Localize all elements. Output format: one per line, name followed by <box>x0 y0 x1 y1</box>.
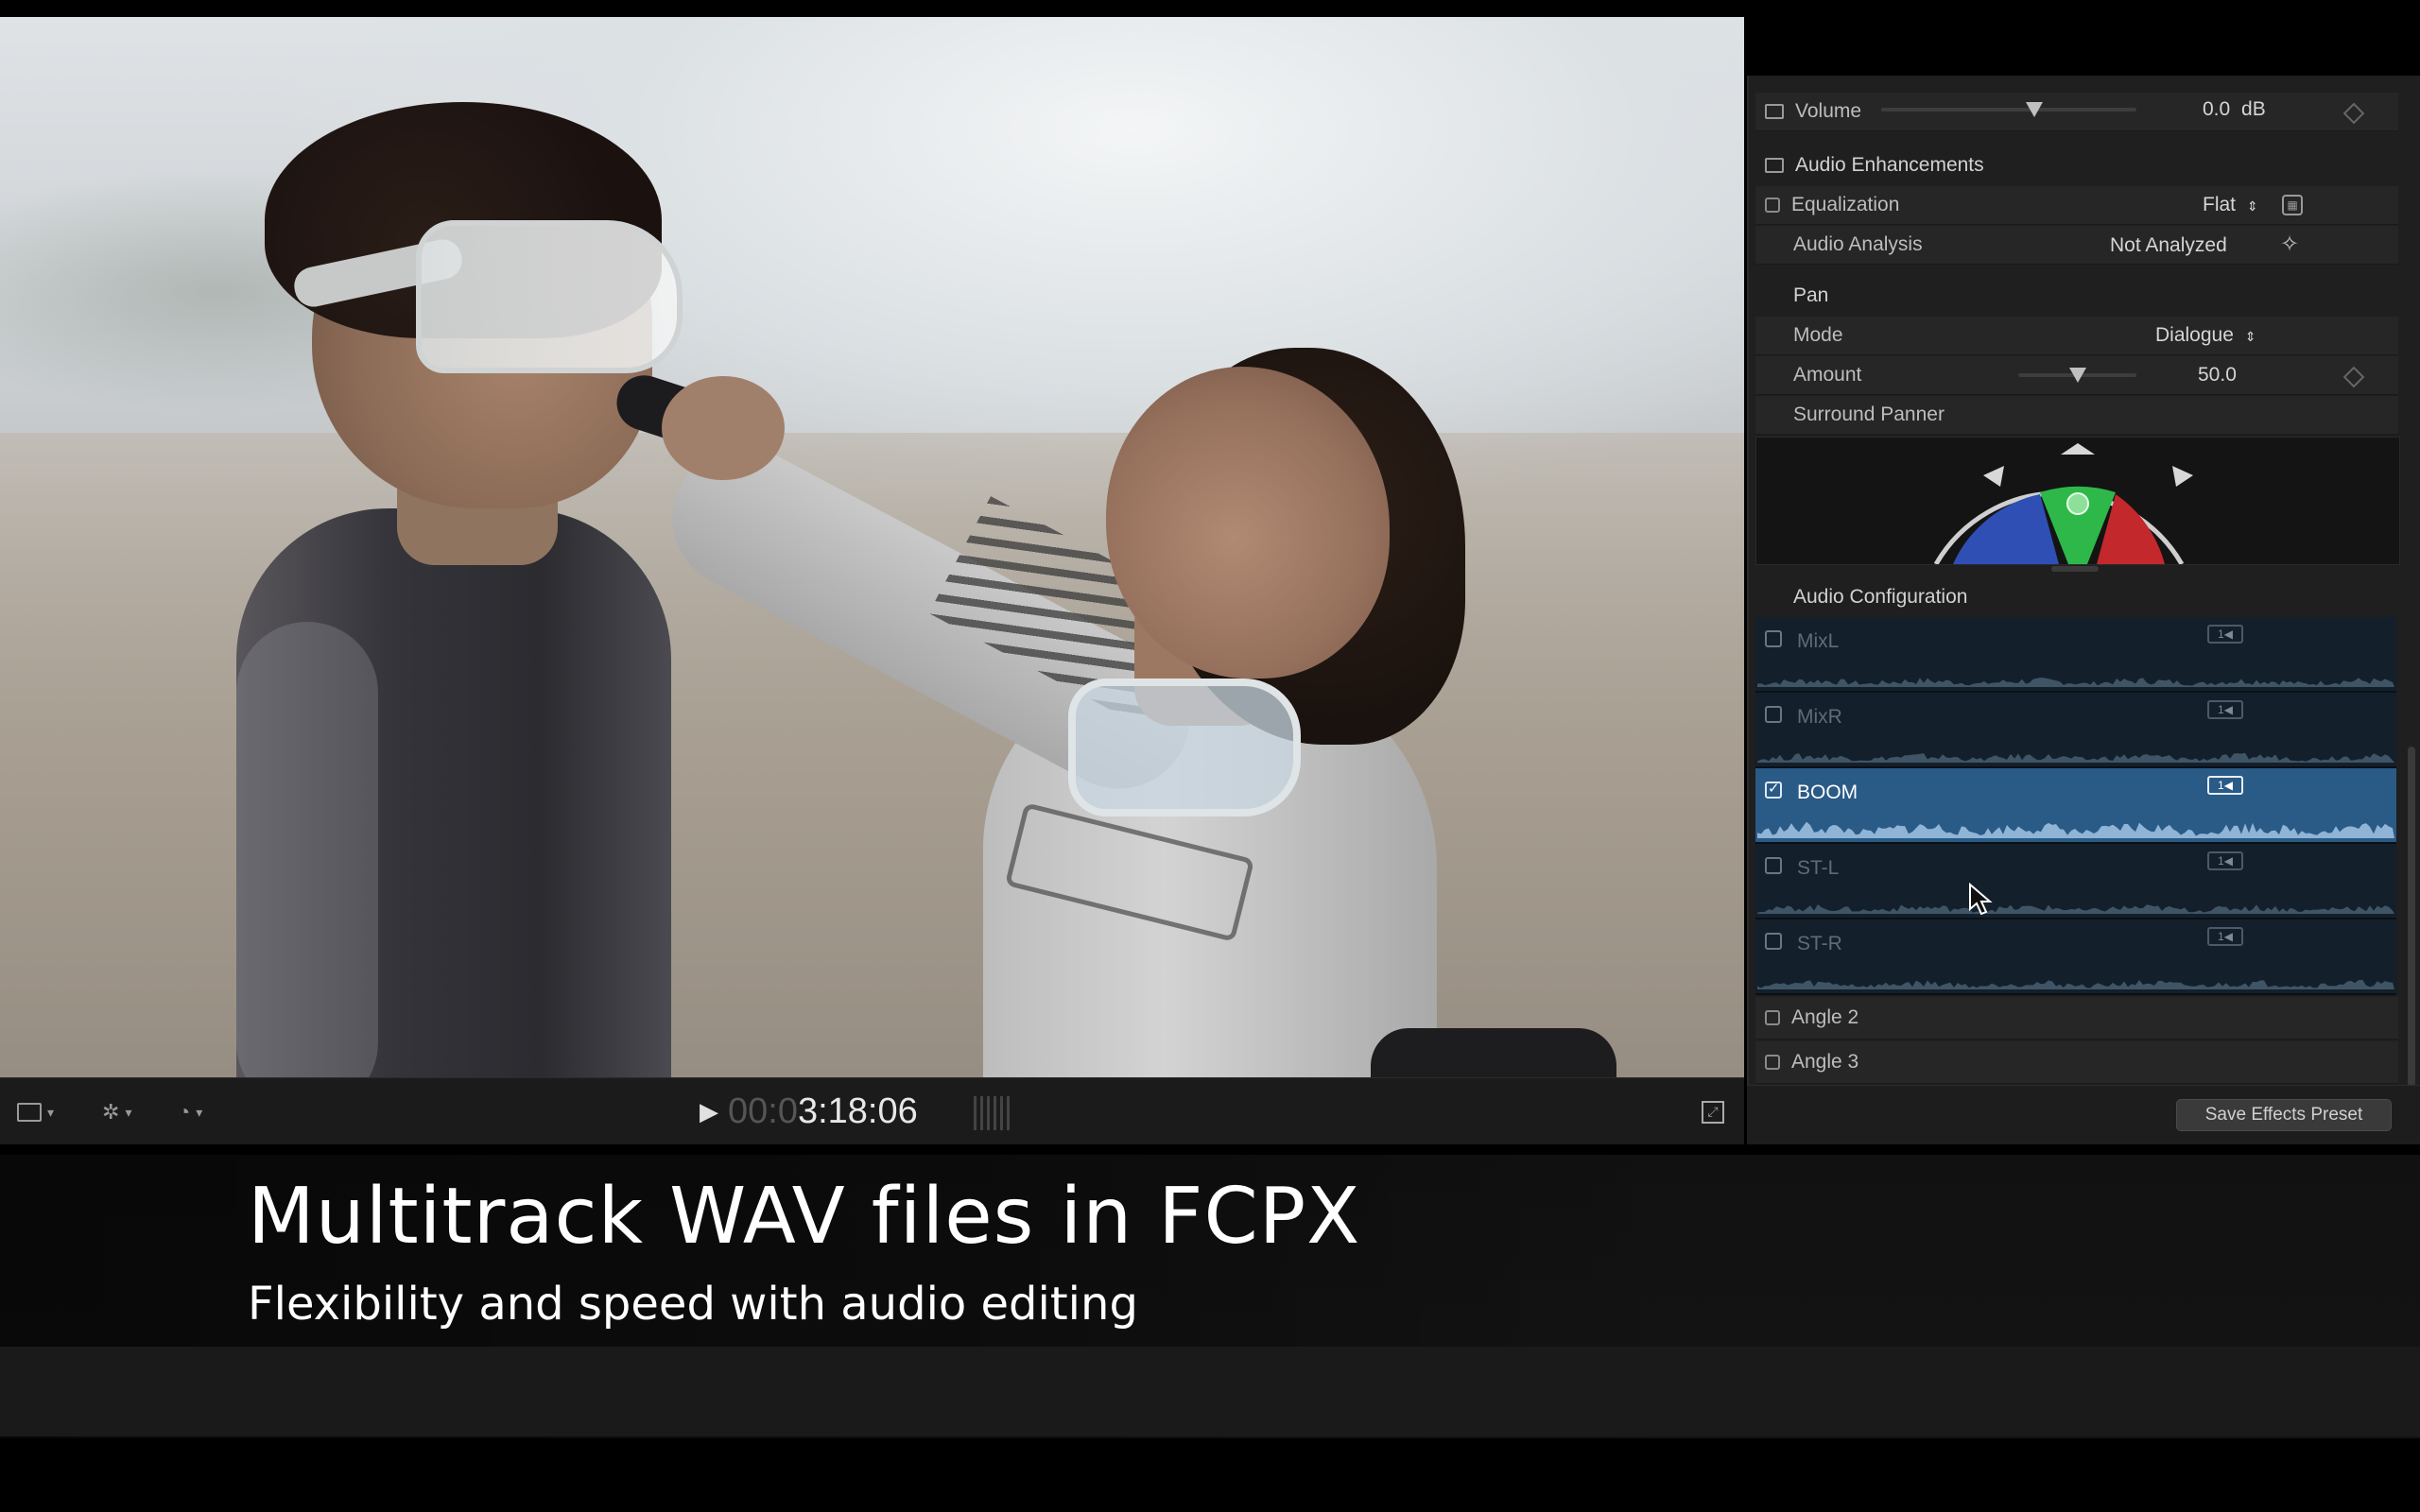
view-layout-icon <box>17 1103 42 1122</box>
component-checkbox[interactable] <box>1765 857 1782 874</box>
component-mixl[interactable]: MixL 1◀ <box>1755 617 2396 693</box>
pan-mode-row: Mode <box>1755 317 2398 355</box>
equalization-checkbox[interactable] <box>1765 198 1780 213</box>
angle-3-label: Angle 3 <box>1791 1051 1859 1073</box>
caption-subtitle: Flexibility and speed with audio editing <box>248 1278 1138 1331</box>
audio-meter-mini <box>974 1096 1013 1130</box>
pan-mode-value: Dialogue <box>2155 324 2234 346</box>
equalization-popup[interactable]: Flat ⇕ <box>2203 194 2258 216</box>
surround-panner-graphic <box>1933 443 2193 564</box>
component-waveform <box>1757 979 2394 989</box>
component-label: MixR <box>1797 706 1842 728</box>
video-dive-mask <box>416 220 683 373</box>
eq-graph-icon[interactable]: ▦ <box>2282 195 2303 215</box>
channel-badge[interactable]: 1◀ <box>2207 927 2243 946</box>
component-waveform <box>1757 678 2394 687</box>
audio-analysis-value: Not Analyzed <box>2110 234 2227 256</box>
view-options-button[interactable]: ▾ <box>17 1096 54 1128</box>
surround-panner[interactable] <box>1755 437 2400 565</box>
channel-badge[interactable]: 1◀ <box>2207 700 2243 719</box>
channel-badge[interactable]: 1◀ <box>2207 851 2243 870</box>
surround-panner-row: Surround Panner <box>1755 396 2398 435</box>
pan-label: Pan <box>1793 284 1829 306</box>
audio-analysis-row: Audio Analysis <box>1755 226 2398 265</box>
component-checkbox[interactable] <box>1765 933 1782 950</box>
lower-strip <box>0 1347 2420 1436</box>
volume-icon <box>1765 104 1784 119</box>
timecode-dim: 00:0 <box>728 1091 798 1131</box>
timecode-display[interactable]: ▶ 00:0 3:18:06 <box>700 1085 918 1138</box>
volume-slider-thumb[interactable] <box>2026 102 2043 117</box>
wand-icon: ✲ <box>102 1100 120 1124</box>
video-frame[interactable] <box>0 17 1744 1077</box>
angle-3-checkbox[interactable] <box>1765 1055 1780 1070</box>
channel-badge[interactable]: 1◀ <box>2207 776 2243 795</box>
angle-2-row[interactable]: Angle 2 <box>1755 997 2398 1040</box>
volume-label: Volume <box>1795 100 1862 122</box>
timecode-main: 3:18:06 <box>797 1091 918 1131</box>
audio-components-list: MixL 1◀ MixR 1◀ BOOM 1◀ ST-L 1◀ ST-R 1◀ <box>1755 617 2396 995</box>
angle-2-label: Angle 2 <box>1791 1006 1859 1028</box>
angle-3-row[interactable]: Angle 3 <box>1755 1041 2398 1084</box>
equalization-value: Flat <box>2203 194 2237 215</box>
pan-amount-thumb[interactable] <box>2068 368 2086 383</box>
play-icon[interactable]: ▶ <box>700 1097 718 1126</box>
video-man-arm <box>236 622 378 1077</box>
component-st-r[interactable]: ST-R 1◀ <box>1755 919 2396 995</box>
component-checkbox[interactable] <box>1765 630 1782 647</box>
volume-unit: dB <box>2241 98 2266 120</box>
video-woman-hand <box>662 376 785 480</box>
volume-value[interactable]: 0.0 dB <box>2203 98 2266 121</box>
pan-amount-slider[interactable] <box>2018 368 2136 392</box>
speedometer-icon: ◔ <box>178 1100 191 1124</box>
audio-analysis-label: Audio Analysis <box>1793 233 1923 255</box>
video-glove <box>1371 1028 1616 1077</box>
fullscreen-icon: ⤢ <box>1702 1101 1724 1124</box>
audio-configuration-header: Audio Configuration <box>1755 578 2398 616</box>
volume-slider[interactable] <box>1881 102 2136 127</box>
angle-2-checkbox[interactable] <box>1765 1010 1780 1025</box>
surround-panner-label: Surround Panner <box>1793 404 1945 425</box>
inspector-scrollbar[interactable] <box>2408 747 2415 1087</box>
channel-badge[interactable]: 1◀ <box>2207 625 2243 644</box>
equalization-label: Equalization <box>1791 194 1900 215</box>
enhancements-icon <box>1765 158 1784 173</box>
component-mixr[interactable]: MixR 1◀ <box>1755 693 2396 768</box>
mouse-cursor-icon <box>1969 883 1993 916</box>
updown-icon: ⇕ <box>2246 198 2258 214</box>
audio-configuration-label: Audio Configuration <box>1793 586 1968 608</box>
pan-amount-value[interactable]: 50.0 <box>2198 364 2237 387</box>
volume-slider-track <box>1881 108 2136 112</box>
component-waveform <box>1757 904 2394 914</box>
save-effects-preset-button[interactable]: Save Effects Preset <box>2176 1099 2392 1131</box>
pan-mode-popup[interactable]: Dialogue ⇕ <box>2155 324 2256 347</box>
audio-enhancements-label: Audio Enhancements <box>1795 154 1984 176</box>
caption-title: Multitrack WAV files in FCPX <box>248 1172 1361 1262</box>
component-checkbox[interactable] <box>1765 782 1782 799</box>
component-label: ST-L <box>1797 857 1840 879</box>
inspector-divider-handle[interactable] <box>2051 566 2099 572</box>
audio-enhancements-header[interactable]: Audio Enhancements <box>1755 146 2398 184</box>
retime-button[interactable]: ◔ ▾ <box>178 1096 202 1128</box>
volume-number: 0.0 <box>2203 98 2231 120</box>
component-waveform <box>1757 821 2394 838</box>
pan-amount-label: Amount <box>1793 364 1862 386</box>
component-st-l[interactable]: ST-L 1◀ <box>1755 844 2396 919</box>
component-label: ST-R <box>1797 933 1842 954</box>
component-checkbox[interactable] <box>1765 706 1782 723</box>
component-waveform <box>1757 752 2394 763</box>
pan-header[interactable]: Pan <box>1755 277 2398 315</box>
chevron-down-icon: ▾ <box>47 1104 55 1120</box>
component-label: BOOM <box>1797 782 1858 803</box>
video-woman-goggles <box>1068 679 1301 816</box>
chevron-down-icon: ▾ <box>196 1104 203 1120</box>
updown-icon: ⇕ <box>2244 329 2256 344</box>
component-boom[interactable]: BOOM 1◀ <box>1755 768 2396 844</box>
magic-wand-icon[interactable]: ✧ <box>2280 231 2299 258</box>
transform-tools-button[interactable]: ✲ ▾ <box>102 1096 131 1128</box>
fullscreen-button[interactable]: ⤢ <box>1702 1096 1724 1128</box>
component-label: MixL <box>1797 630 1840 652</box>
pan-mode-label: Mode <box>1793 324 1843 346</box>
chevron-down-icon: ▾ <box>125 1104 132 1120</box>
